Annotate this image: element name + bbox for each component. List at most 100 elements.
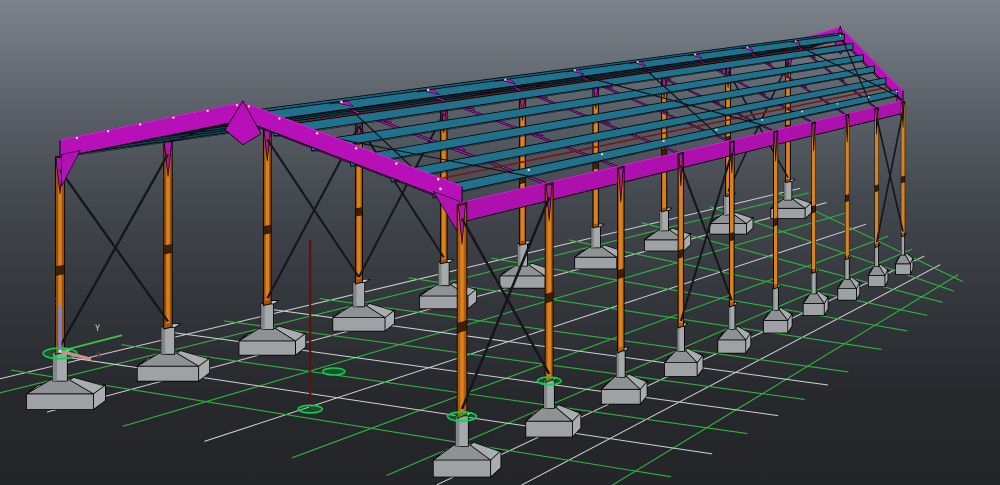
bolt-dot (694, 53, 696, 56)
bolt-dot (235, 104, 239, 107)
footing-pedestal-shade (161, 327, 166, 355)
bolt-dot (839, 34, 842, 37)
footing-pedestal-shade (517, 244, 521, 267)
column-splice (729, 231, 735, 242)
footing-slab-front (499, 275, 546, 289)
footing-pedestal-shade (438, 262, 442, 286)
ucs-origin (58, 349, 62, 353)
base-ellipse (536, 376, 562, 386)
bolt-dot (761, 118, 764, 121)
gable-frame-left (59, 100, 463, 236)
base-ellipse (297, 404, 324, 414)
footing-pedestal-shade (261, 304, 265, 330)
footing-pedestal-shade (811, 272, 813, 294)
bolt-dot (439, 187, 442, 191)
footing-pedestal-shade (724, 195, 727, 215)
bolt-dot (836, 103, 839, 105)
footing-slab-front (763, 319, 789, 334)
column-splice (163, 243, 173, 255)
brace-diagonal (59, 169, 169, 323)
grid-line-lengthwise (122, 212, 846, 427)
footing-pedestal-shade (845, 258, 847, 280)
footing-slab-front (525, 420, 573, 438)
cad-viewport[interactable]: Z Y X (0, 0, 1000, 485)
footing-pedestal-shade (677, 326, 680, 352)
footings-front (432, 232, 914, 478)
column-splice (901, 175, 905, 184)
bolt-dot (278, 117, 281, 120)
footing-slab-front (895, 263, 911, 275)
bolt-dot (354, 146, 358, 150)
bolt-dot (746, 46, 749, 49)
brace-diagonal (58, 153, 170, 348)
gable-haunch (61, 150, 81, 187)
bolt-dot (573, 69, 576, 72)
bolt-dot (867, 96, 870, 99)
bolt-dot (340, 100, 343, 104)
footing-slab-front (332, 317, 386, 332)
grid-line-lengthwise (291, 235, 889, 459)
footing-pedestal-shade (773, 287, 775, 311)
bolt-dot (636, 61, 639, 63)
bolt-dot (794, 40, 797, 43)
column-splice (55, 264, 65, 276)
bolt-dot (247, 105, 251, 108)
bolt-dot (172, 116, 175, 119)
column-splice (773, 217, 778, 227)
footing-pedestal-shade (784, 181, 787, 201)
column-splice (263, 224, 272, 235)
footing-slab-front (601, 388, 641, 405)
footing-slab-front (136, 365, 200, 382)
ucs-y-axis (59, 334, 123, 353)
footing-pedestal-shade (659, 210, 663, 231)
footing-slab-front (709, 223, 747, 235)
bolt-dot (527, 168, 531, 172)
footing-pedestal-shade (353, 282, 357, 307)
bolt-dot (896, 90, 898, 93)
ucs-z-label: Z (51, 297, 56, 307)
ground-grid (0, 187, 964, 485)
column-splice (355, 207, 363, 217)
bolt-dot (139, 123, 142, 126)
bolt-dot (504, 78, 507, 81)
footing-slab-front (802, 303, 825, 316)
steel-frame-3d-model: Z Y X (0, 25, 964, 485)
footing-pedestal-shade (591, 226, 594, 248)
bolt-dot (715, 128, 718, 131)
bolt-dot (106, 130, 110, 133)
column-splice (874, 184, 879, 193)
footing-slab-front (868, 275, 886, 288)
bolt-dot (315, 131, 319, 135)
footing-pedestal-shade (728, 305, 731, 330)
column-splice (661, 148, 667, 157)
base-ellipse (321, 367, 346, 376)
bolt-dot (600, 153, 604, 156)
model-geometry (0, 25, 964, 485)
ucs-y-label: Y (95, 324, 101, 334)
footing-pedestal-shade (901, 235, 903, 256)
eave-strut (266, 43, 848, 128)
footing-slab-front (238, 340, 297, 356)
bolt-dot (436, 177, 440, 181)
column-splice (677, 248, 684, 259)
footing-slab-front (717, 339, 747, 354)
grid-line-frame-axis (319, 298, 849, 373)
footing-slab-front (837, 288, 857, 301)
footing-slab-front (26, 393, 94, 410)
footing-slab-front (664, 362, 698, 377)
bolt-dot (801, 110, 804, 113)
column-splice (811, 205, 816, 214)
bolt-dot (206, 109, 209, 113)
footing-pedestal-shade (874, 246, 876, 267)
column-splice (845, 194, 849, 203)
footing-slab-front (432, 459, 492, 478)
grid-line-frame-axis (121, 344, 748, 435)
bolt-dot (395, 162, 398, 165)
base-ellipse (446, 411, 478, 422)
bolt-dot (662, 139, 665, 143)
bolt-dot (427, 88, 430, 92)
footing-slab-front (574, 256, 618, 270)
footing-pedestal-shade (616, 351, 620, 378)
bolt-dot (75, 136, 79, 140)
ucs-x-label: X (96, 351, 101, 361)
